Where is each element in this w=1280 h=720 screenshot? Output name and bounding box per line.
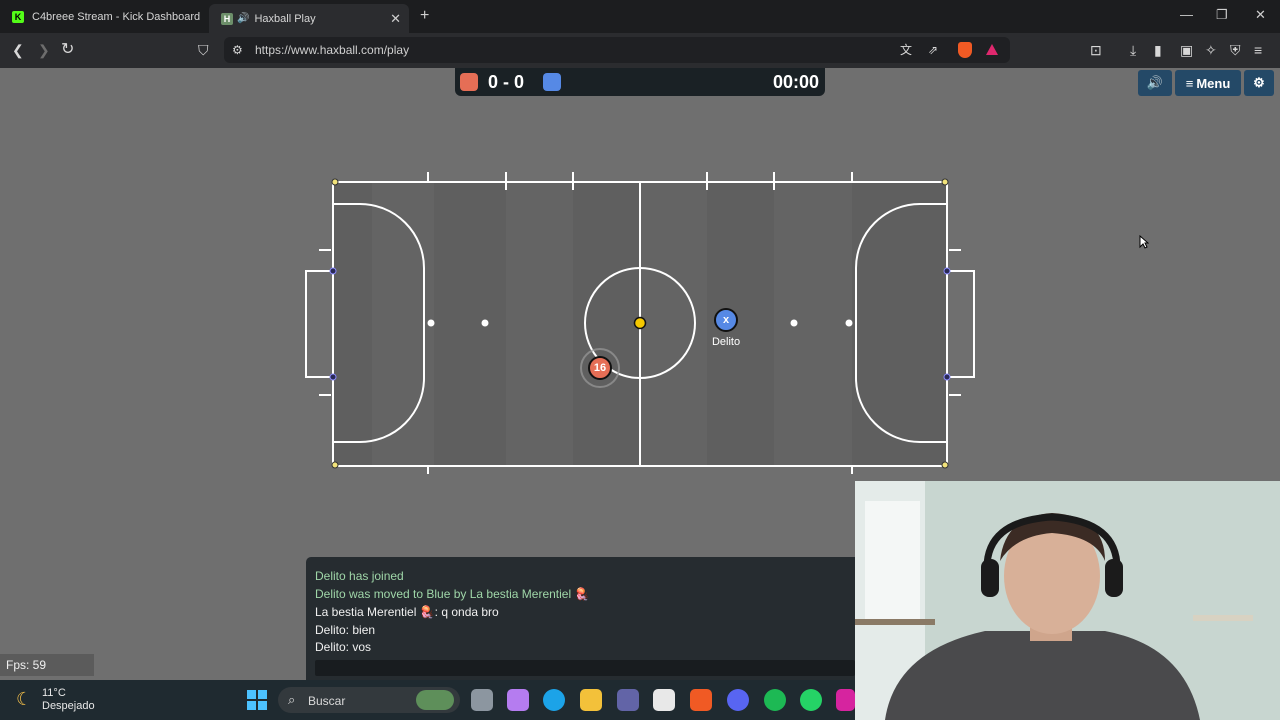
windows-taskbar: ☾ 11°C Despejado ⌕ Buscar [0, 680, 855, 720]
ball [633, 316, 647, 330]
screen: K C4breee Stream - Kick Dashboard H 🔊 Ha… [0, 0, 1280, 720]
player-avatar: 16 [593, 362, 607, 374]
wallet-icon[interactable]: ▣ [1180, 42, 1193, 58]
chat-message: La bestia Merentiel 🪼: q onda bro [315, 605, 499, 619]
goal-post [943, 267, 951, 275]
search-icon: ⌕ [288, 692, 296, 707]
sidebar-icon[interactable]: ▮ [1154, 42, 1162, 58]
right-goal [947, 270, 975, 378]
weather-widget[interactable]: 11°C Despejado [42, 687, 95, 713]
speaker-icon: 🔊 [237, 13, 250, 24]
restore-icon[interactable]: ❐ [1216, 7, 1228, 23]
brave-rewards-icon[interactable] [986, 44, 998, 55]
instagram-icon[interactable] [836, 689, 855, 711]
reload-icon[interactable]: ↻ [61, 42, 74, 58]
file-explorer-icon[interactable] [580, 689, 602, 711]
url-text: https://www.haxball.com/play [255, 43, 410, 57]
menu-icon[interactable]: ≡ [1254, 42, 1262, 58]
whatsapp-icon[interactable] [800, 689, 822, 711]
goal-post [943, 373, 951, 381]
spotify-icon[interactable] [764, 689, 786, 711]
edge-icon[interactable] [543, 689, 565, 711]
downloads-icon[interactable]: ⤓ [1130, 42, 1136, 58]
haxball-icon: H [221, 12, 233, 25]
chat-box: Delito has joined Delito was moved to Bl… [306, 557, 862, 680]
red-player: 16 [588, 356, 612, 380]
forward-icon[interactable]: ❯ [38, 42, 50, 58]
close-tab-icon[interactable]: ✕ [390, 11, 401, 27]
moon-icon: ☾ [16, 689, 33, 709]
goal-post [329, 373, 337, 381]
tab-strip: K C4breee Stream - Kick Dashboard H 🔊 Ha… [0, 0, 1280, 33]
kick-icon: K [12, 11, 24, 23]
fps-counter: Fps: 59 [0, 654, 94, 676]
copilot-icon[interactable] [507, 689, 529, 711]
tab-title: Haxball Play [254, 12, 316, 25]
temperature: 11°C [42, 687, 66, 699]
tab-kick-dashboard[interactable]: K C4breee Stream - Kick Dashboard [0, 4, 208, 30]
webcam-image [855, 481, 1280, 720]
brave-icon[interactable] [690, 689, 712, 711]
tab-haxball-play[interactable]: H 🔊 Haxball Play ✕ [209, 4, 409, 33]
leo-ai-icon[interactable]: ✧ [1205, 42, 1217, 58]
brave-shields-icon[interactable] [958, 42, 972, 58]
mouse-cursor [1139, 235, 1149, 249]
chat-input[interactable] [315, 660, 855, 676]
tab-search-icon[interactable]: ⊡ [1090, 42, 1102, 58]
bookmark-icon[interactable]: ⛉ [198, 42, 209, 58]
chat-message: Delito has joined [315, 569, 404, 583]
browser-toolbar: ❮ ❯ ↻ ⛉ ⚙ https://www.haxball.com/play 文… [0, 33, 1280, 68]
close-window-icon[interactable]: ✕ [1255, 7, 1266, 23]
discord-icon[interactable] [727, 689, 749, 711]
search-highlight-icon [416, 690, 454, 710]
search-label: Buscar [308, 694, 346, 708]
player-name: Delito [711, 336, 741, 348]
vpn-icon[interactable]: ⛨ [1230, 42, 1241, 58]
webcam-feed [855, 481, 1280, 720]
task-view-icon[interactable] [471, 689, 493, 711]
search-box[interactable]: ⌕ Buscar [278, 687, 460, 713]
minimize-icon[interactable]: — [1180, 7, 1193, 22]
translate-icon[interactable]: 文 [900, 42, 912, 58]
tab-title: C4breee Stream - Kick Dashboard [32, 11, 201, 23]
site-settings-icon[interactable]: ⚙ [232, 42, 243, 58]
share-icon[interactable]: ⇗ [928, 42, 938, 58]
goal-post [329, 267, 337, 275]
new-tab-icon[interactable]: + [420, 7, 429, 25]
blue-player: x [714, 308, 738, 332]
store-icon[interactable] [653, 689, 675, 711]
teams-icon[interactable] [617, 689, 639, 711]
chat-message: Delito: vos [315, 640, 372, 654]
chat-message: Delito: bien [315, 623, 376, 637]
weather-condition: Despejado [42, 700, 95, 712]
player-avatar: x [722, 314, 730, 326]
address-bar[interactable]: ⚙ https://www.haxball.com/play 文 ⇗ [224, 37, 1010, 63]
start-icon[interactable] [247, 690, 267, 710]
left-goal [305, 270, 333, 378]
back-icon[interactable]: ❮ [12, 42, 24, 58]
chat-message: Delito was moved to Blue by La bestia Me… [315, 587, 590, 601]
